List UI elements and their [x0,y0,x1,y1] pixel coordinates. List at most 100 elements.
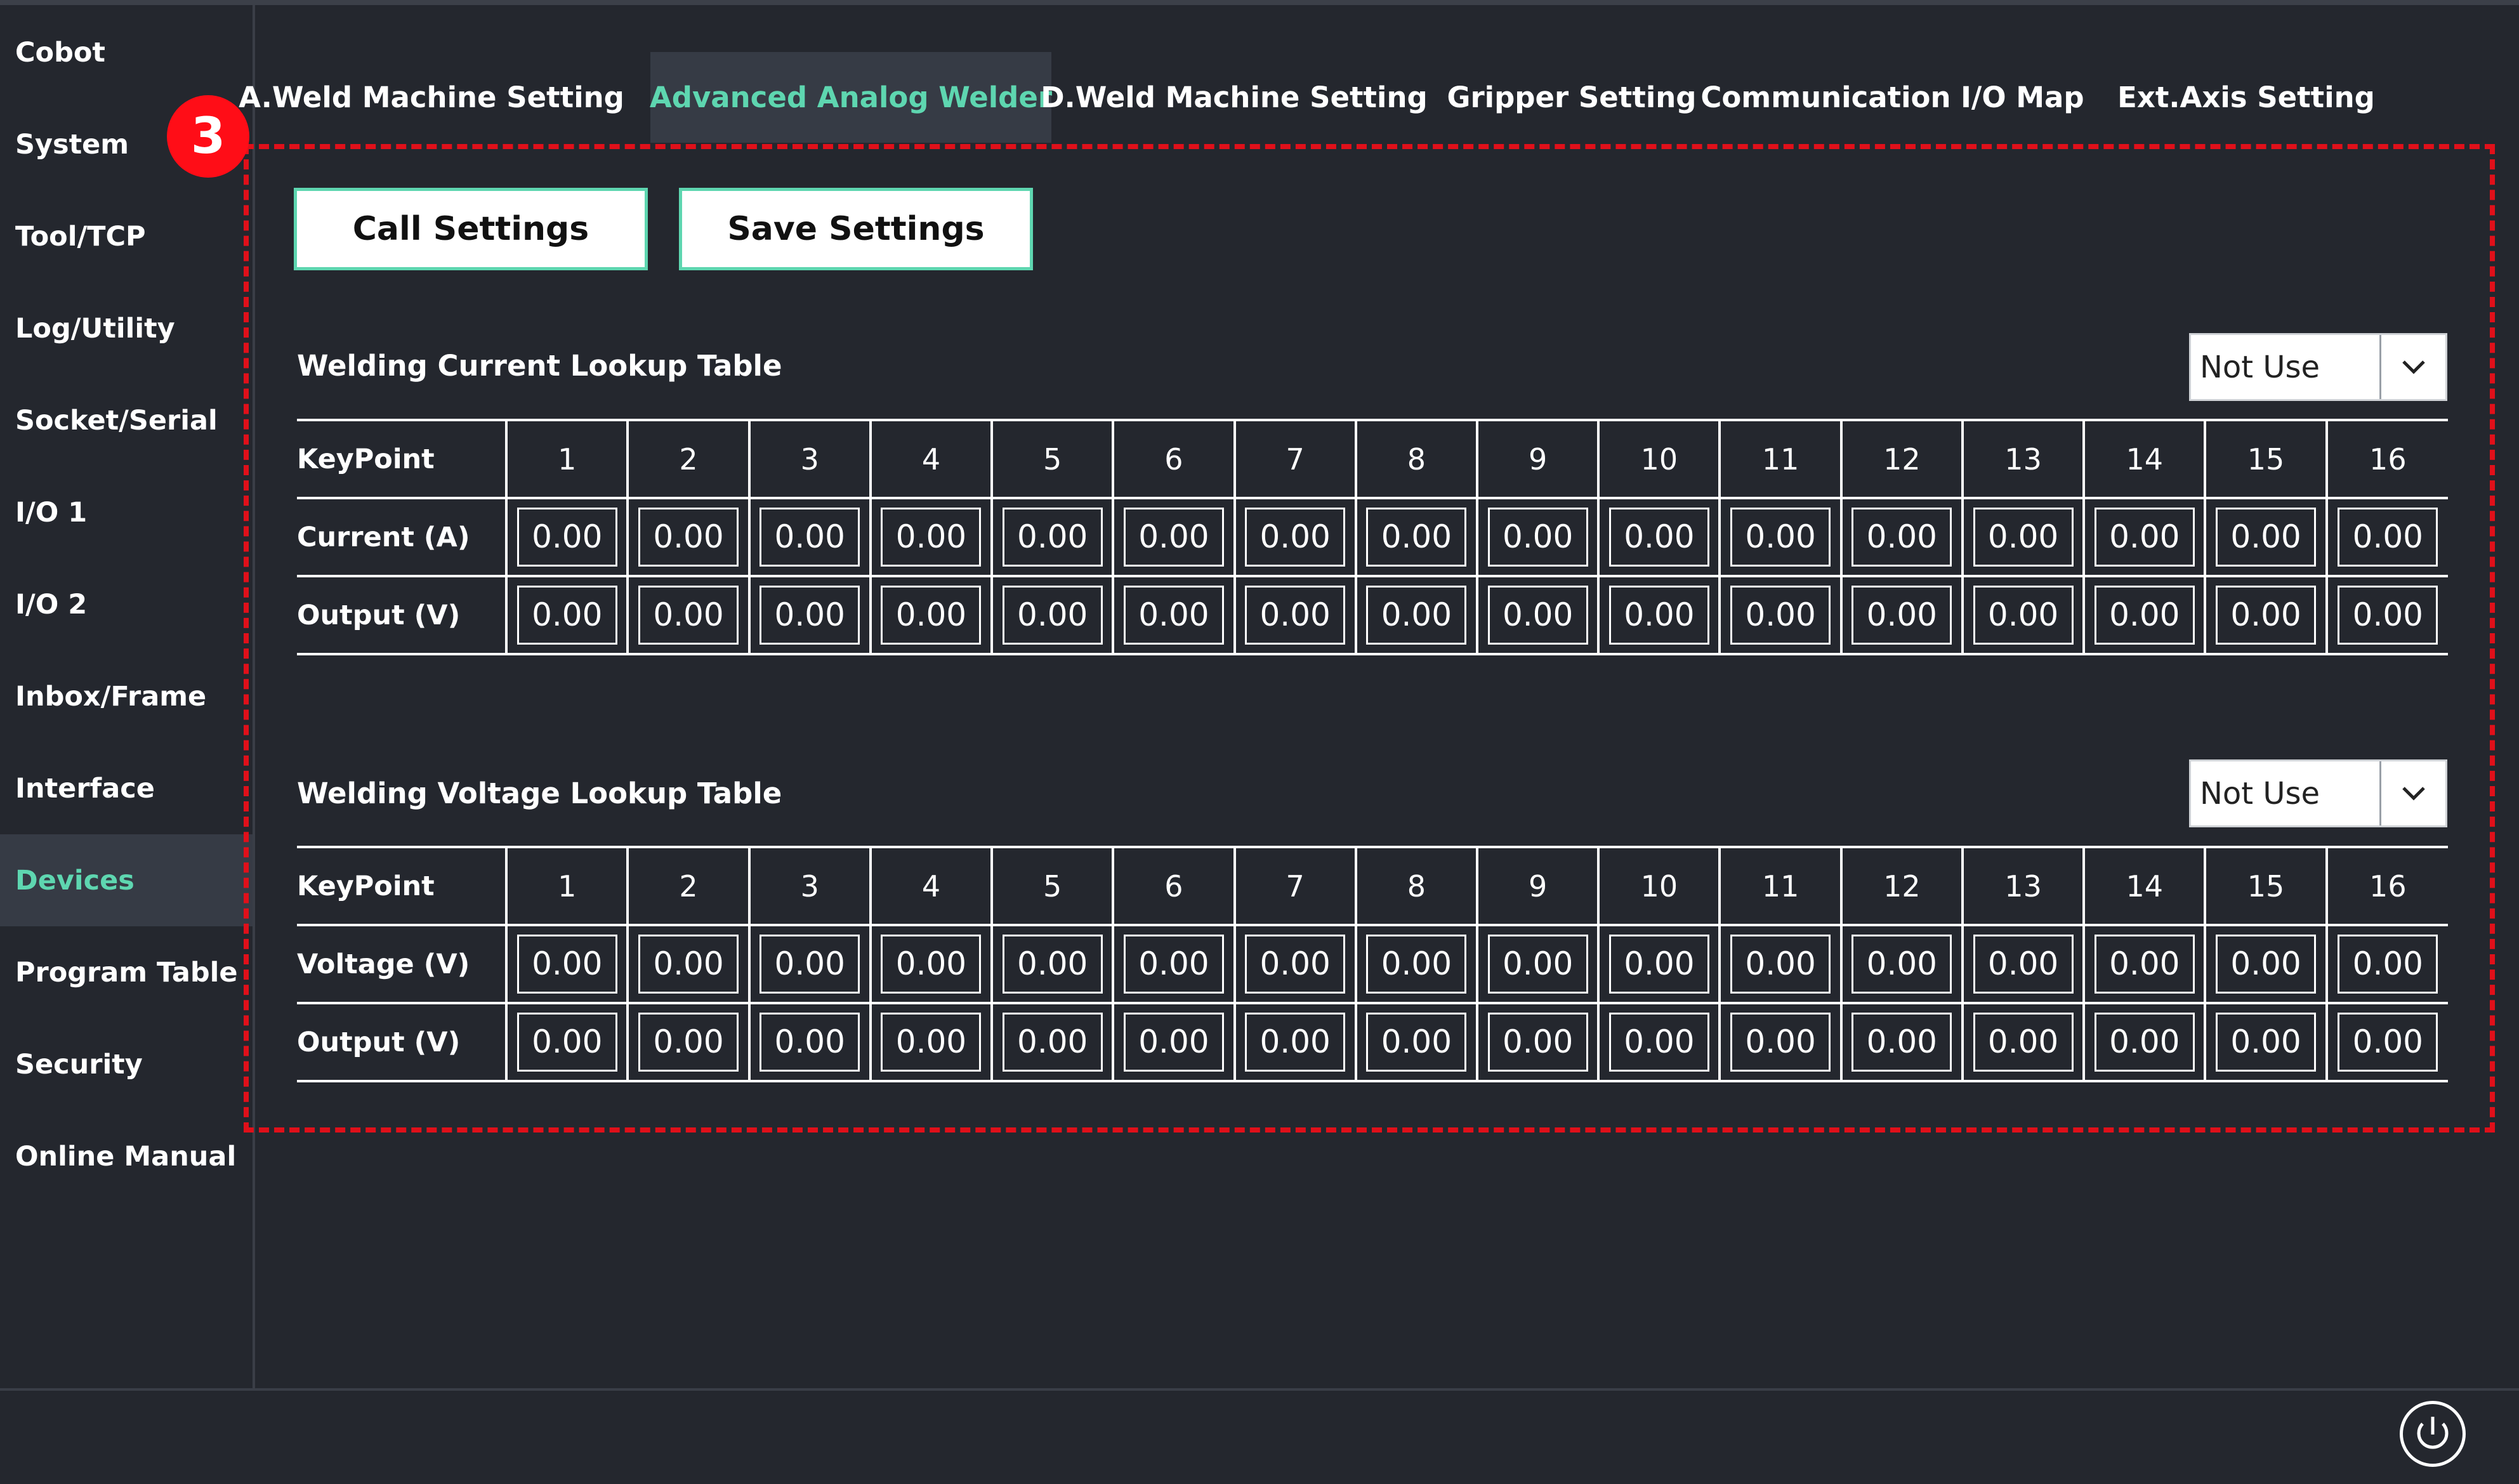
value-input[interactable]: 0.00 [2338,1013,2438,1072]
value-input[interactable]: 0.00 [1366,1013,1467,1072]
value-input[interactable]: 0.00 [881,935,982,994]
value-cell: 0.00 [1597,1002,1721,1082]
value-input[interactable]: 0.00 [1002,1013,1103,1072]
value-input[interactable]: 0.00 [1973,935,2074,994]
value-input[interactable]: 0.00 [1973,586,2074,645]
call-settings-button[interactable]: Call Settings [294,188,648,270]
save-settings-button[interactable]: Save Settings [679,188,1033,270]
value-input[interactable]: 0.00 [1851,1013,1952,1072]
value-input[interactable]: 0.00 [1608,586,1709,645]
value-input[interactable]: 0.00 [1973,508,2074,567]
keypoint-header: 8 [1354,846,1479,926]
value-input[interactable]: 0.00 [516,1013,617,1072]
value-input[interactable]: 0.00 [1002,586,1103,645]
value-input[interactable]: 0.00 [881,586,982,645]
value-input[interactable]: 0.00 [2094,508,2195,567]
sidebar-item-tool-tcp[interactable]: Tool/TCP [0,190,253,282]
sidebar-item-io1[interactable]: I/O 1 [0,466,253,558]
value-input[interactable]: 0.00 [760,508,860,567]
value-input[interactable]: 0.00 [1730,508,1831,567]
value-input[interactable]: 0.00 [2094,1013,2195,1072]
value-input[interactable]: 0.00 [1487,508,1588,567]
value-input[interactable]: 0.00 [1608,1013,1709,1072]
sidebar-item-online-manual[interactable]: Online Manual [0,1110,253,1202]
value-input[interactable]: 0.00 [2216,508,2317,567]
sidebar-item-interface[interactable]: Interface [0,742,253,834]
tab-ext-axis-setting[interactable]: Ext.Axis Setting [2117,52,2375,143]
value-input[interactable]: 0.00 [1245,935,1346,994]
value-input[interactable]: 0.00 [638,935,739,994]
value-cell: 0.00 [1961,924,2086,1004]
value-input[interactable]: 0.00 [1245,1013,1346,1072]
value-input[interactable]: 0.00 [1608,935,1709,994]
value-input[interactable]: 0.00 [2216,935,2317,994]
tab-d-weld-machine-setting[interactable]: D.Weld Machine Setting [1041,52,1427,143]
sidebar-item-io2[interactable]: I/O 2 [0,558,253,650]
sidebar-item-label: Cobot [15,36,105,69]
value-input[interactable]: 0.00 [1002,935,1103,994]
value-input[interactable]: 0.00 [2094,586,2195,645]
value-input[interactable]: 0.00 [1002,508,1103,567]
tab-gripper-setting[interactable]: Gripper Setting [1447,52,1697,143]
keypoint-header: 7 [1233,419,1357,499]
value-cell: 0.00 [1718,497,1843,577]
value-input[interactable]: 0.00 [2338,935,2438,994]
sidebar-item-devices[interactable]: Devices [0,834,253,926]
value-input[interactable]: 0.00 [516,586,617,645]
value-input[interactable]: 0.00 [516,935,617,994]
sidebar-item-security[interactable]: Security [0,1018,253,1110]
value-input[interactable]: 0.00 [2338,586,2438,645]
value-input[interactable]: 0.00 [1366,508,1467,567]
value-input[interactable]: 0.00 [1123,508,1224,567]
value-input[interactable]: 0.00 [1487,586,1588,645]
value-input[interactable]: 0.00 [1245,508,1346,567]
value-cell: 0.00 [1112,575,1236,655]
sidebar-item-socket-serial[interactable]: Socket/Serial [0,374,253,466]
value-input[interactable]: 0.00 [881,508,982,567]
value-input[interactable]: 0.00 [760,935,860,994]
tab-advanced-analog-welder[interactable]: Advanced Analog Welder [650,52,1052,143]
keypoint-header: 5 [990,419,1115,499]
value-input[interactable]: 0.00 [1123,1013,1224,1072]
value-input[interactable]: 0.00 [1730,935,1831,994]
power-icon[interactable] [2400,1401,2466,1467]
sidebar-item-label: Interface [15,772,155,804]
sidebar-item-log-utility[interactable]: Log/Utility [0,282,253,374]
voltage-table-mode-select[interactable]: Not Use [2189,759,2447,827]
value-input[interactable]: 0.00 [638,508,739,567]
value-input[interactable]: 0.00 [638,586,739,645]
sidebar-item-program-table[interactable]: Program Table [0,926,253,1018]
value-input[interactable]: 0.00 [881,1013,982,1072]
value-input[interactable]: 0.00 [760,586,860,645]
sidebar-item-cobot[interactable]: Cobot [0,6,253,98]
value-input[interactable]: 0.00 [1973,1013,2074,1072]
value-input[interactable]: 0.00 [1123,586,1224,645]
keypoint-row: KeyPoint 1 2 3 4 5 6 7 8 9 10 11 12 13 14 15 16 [297,419,2448,499]
value-input[interactable]: 0.00 [2216,1013,2317,1072]
value-input[interactable]: 0.00 [516,508,617,567]
value-input[interactable]: 0.00 [1123,935,1224,994]
value-input[interactable]: 0.00 [1851,935,1952,994]
tab-communication-io-map[interactable]: Communication I/O Map [1700,52,2084,143]
keypoint-label: KeyPoint [297,846,508,926]
value-input[interactable]: 0.00 [2338,508,2438,567]
sidebar-item-inbox-frame[interactable]: Inbox/Frame [0,650,253,742]
value-input[interactable]: 0.00 [2094,935,2195,994]
value-input[interactable]: 0.00 [1487,1013,1588,1072]
value-input[interactable]: 0.00 [1851,508,1952,567]
keypoint-header: 2 [626,419,751,499]
value-cell: 0.00 [1961,497,2086,577]
value-input[interactable]: 0.00 [2216,586,2317,645]
value-input[interactable]: 0.00 [638,1013,739,1072]
value-input[interactable]: 0.00 [1366,935,1467,994]
current-table-mode-select[interactable]: Not Use [2189,333,2447,401]
value-input[interactable]: 0.00 [1245,586,1346,645]
value-input[interactable]: 0.00 [760,1013,860,1072]
value-input[interactable]: 0.00 [1366,586,1467,645]
tab-a-weld-machine-setting[interactable]: A.Weld Machine Setting [239,52,624,143]
value-input[interactable]: 0.00 [1730,586,1831,645]
value-input[interactable]: 0.00 [1730,1013,1831,1072]
value-input[interactable]: 0.00 [1851,586,1952,645]
value-input[interactable]: 0.00 [1608,508,1709,567]
value-input[interactable]: 0.00 [1487,935,1588,994]
